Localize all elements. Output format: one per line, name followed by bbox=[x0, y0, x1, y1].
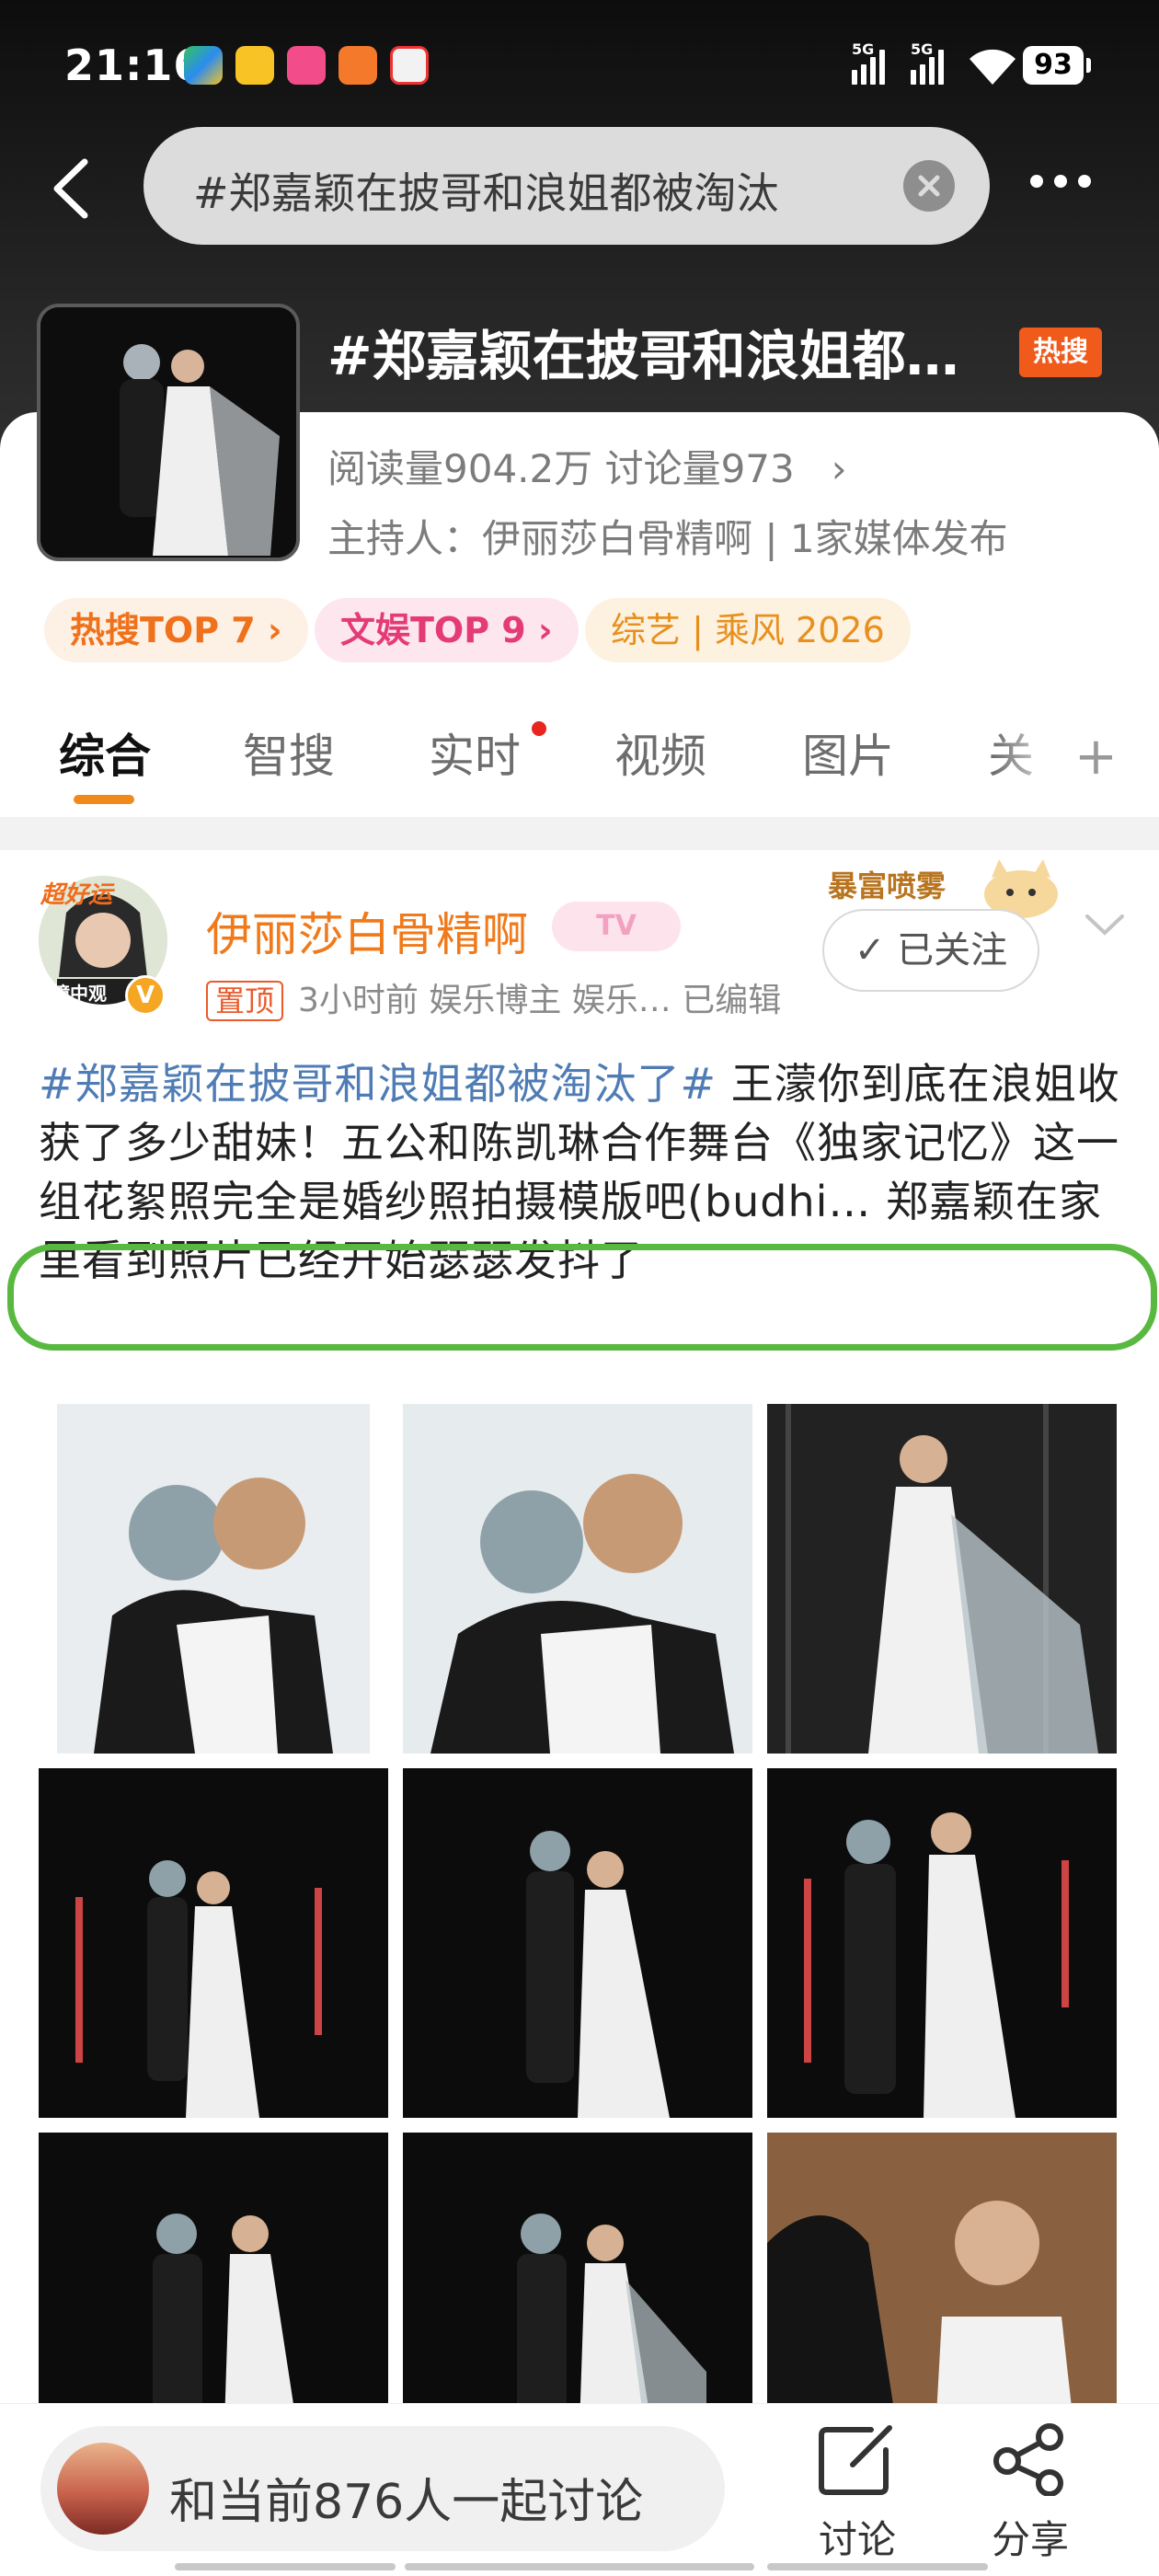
search-input[interactable]: #郑嘉颖在披哥和浪姐都被淘汰 bbox=[193, 160, 892, 221]
gesture-bar bbox=[0, 2558, 1159, 2576]
tv-badge: TV bbox=[552, 902, 681, 951]
chevron-down-icon[interactable] bbox=[1084, 911, 1126, 938]
join-discussion-input[interactable]: 和当前876人一起讨论 bbox=[40, 2426, 725, 2551]
discussion-avatar bbox=[57, 2443, 149, 2535]
post-hashtag[interactable]: #郑嘉颖在披哥和浪姐都被淘汰了# bbox=[39, 1059, 717, 1109]
tab-video[interactable]: 视频 bbox=[614, 719, 706, 786]
post-photo-6[interactable] bbox=[767, 1768, 1117, 2118]
share-button[interactable]: 分享 bbox=[975, 2422, 1085, 2565]
weibo-icon bbox=[235, 46, 274, 85]
topic-stats[interactable]: 阅读量904.2万 讨论量973 › bbox=[327, 438, 847, 494]
discuss-label: 讨论 bbox=[818, 2517, 896, 2562]
search-bar[interactable]: #郑嘉颖在披哥和浪姐都被淘汰 bbox=[143, 127, 990, 245]
unread-dot bbox=[532, 721, 546, 736]
tab-realtime[interactable]: 实时 bbox=[429, 719, 521, 786]
play-store-icon bbox=[184, 46, 223, 85]
more-options-icon[interactable] bbox=[1030, 175, 1091, 188]
add-tab-icon[interactable]: + bbox=[1074, 727, 1118, 787]
share-icon bbox=[993, 2423, 1063, 2497]
tab-comprehensive[interactable]: 综合 bbox=[59, 719, 151, 786]
verified-badge-icon: V bbox=[125, 975, 166, 1016]
wifi-icon bbox=[970, 49, 1016, 85]
topic-cover-image[interactable] bbox=[37, 304, 300, 561]
back-arrow-icon[interactable] bbox=[44, 156, 99, 221]
tab-fade bbox=[993, 708, 1067, 810]
map-pin-icon bbox=[390, 46, 429, 85]
signal-5g-2-icon: 5G bbox=[911, 40, 944, 85]
post-photo-2[interactable] bbox=[403, 1404, 752, 1754]
tab-bar: 综合 智搜 实时 视频 图片 关 + bbox=[0, 708, 1159, 810]
app-orange-icon bbox=[339, 46, 377, 85]
hot-badge: 热搜 bbox=[1019, 328, 1102, 377]
tab-smart-search[interactable]: 智搜 bbox=[243, 719, 335, 786]
highlight-annotation bbox=[7, 1244, 1157, 1351]
post-photo-1[interactable] bbox=[57, 1404, 370, 1754]
entertainment-rank-chip[interactable]: 文娱TOP 9 › bbox=[315, 598, 579, 662]
network-type-2: 5G bbox=[911, 40, 934, 58]
status-bar: 21:16 5G 5G 93 bbox=[0, 0, 1159, 129]
post-photo-5[interactable] bbox=[403, 1768, 752, 2118]
variety-show-chip[interactable]: 综艺 | 乘风 2026 bbox=[585, 598, 911, 662]
post-photo-3[interactable] bbox=[767, 1404, 1117, 1754]
author-name[interactable]: 伊丽莎白骨精啊 bbox=[206, 898, 528, 964]
edit-icon bbox=[819, 2425, 892, 2495]
tab-images[interactable]: 图片 bbox=[802, 719, 894, 786]
app-pink-icon bbox=[287, 46, 326, 85]
notification-icons bbox=[184, 46, 429, 85]
share-label: 分享 bbox=[991, 2517, 1069, 2562]
clear-search-icon[interactable] bbox=[903, 160, 955, 212]
post-meta-text: 3小时前 娱乐博主 娱乐… 已编辑 bbox=[298, 982, 782, 1019]
sticker-text: 暴富喷雾 bbox=[828, 868, 947, 903]
battery-indicator: 93 bbox=[1023, 46, 1091, 85]
network-type-1: 5G bbox=[852, 40, 875, 58]
chevron-right-icon: › bbox=[831, 446, 847, 491]
avatar-caption: 瞳中观 bbox=[52, 983, 107, 1005]
discuss-button[interactable]: 讨论 bbox=[802, 2422, 912, 2565]
signal-5g-1-icon: 5G bbox=[852, 40, 885, 85]
discussion-prompt: 和当前876人一起讨论 bbox=[169, 2475, 644, 2530]
active-tab-indicator bbox=[74, 795, 134, 804]
hot-search-rank-chip[interactable]: 热搜TOP 7 › bbox=[44, 598, 308, 662]
avatar-badge: 超好运 bbox=[40, 881, 113, 909]
topic-title: #郑嘉颖在披哥和浪姐都… bbox=[327, 325, 959, 387]
follow-button[interactable]: ✓ 已关注 bbox=[822, 909, 1039, 992]
topic-host[interactable]: 主持人：伊丽莎白骨精啊 | 1家媒体发布 bbox=[327, 508, 1008, 564]
post-photo-4[interactable] bbox=[39, 1768, 388, 2118]
post-meta: 置顶 3小时前 娱乐博主 娱乐… 已编辑 bbox=[206, 973, 781, 1021]
read-discuss-stats: 阅读量904.2万 讨论量973 bbox=[327, 446, 795, 491]
clock: 21:16 bbox=[64, 40, 204, 90]
pinned-badge: 置顶 bbox=[206, 981, 284, 1021]
bottom-action-bar: 和当前876人一起讨论 讨论 分享 bbox=[0, 2403, 1159, 2576]
